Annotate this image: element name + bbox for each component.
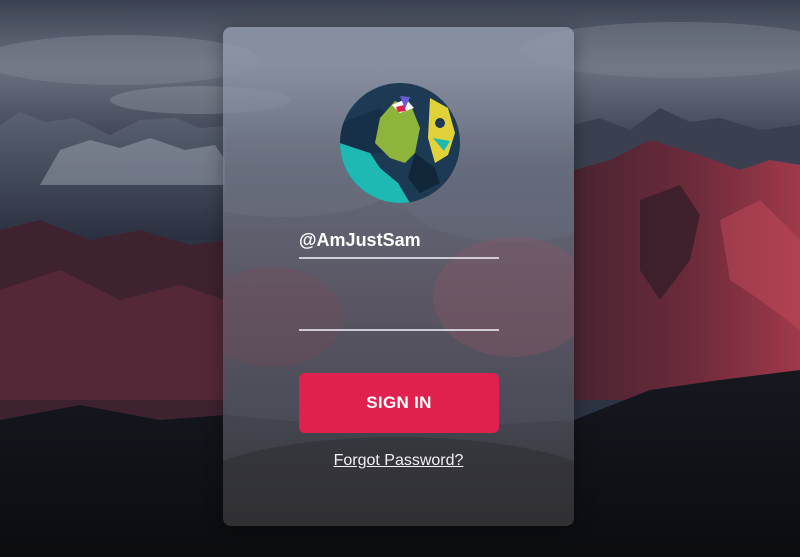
- password-field[interactable]: [299, 295, 499, 331]
- username-field[interactable]: [299, 223, 499, 259]
- login-card: SIGN IN Forgot Password?: [223, 27, 574, 526]
- avatar: [340, 83, 460, 203]
- sign-in-button[interactable]: SIGN IN: [299, 373, 499, 433]
- forgot-password-link[interactable]: Forgot Password?: [223, 452, 574, 470]
- login-screen: SIGN IN Forgot Password?: [0, 0, 800, 557]
- cartoon-face-avatar-icon: [340, 83, 460, 203]
